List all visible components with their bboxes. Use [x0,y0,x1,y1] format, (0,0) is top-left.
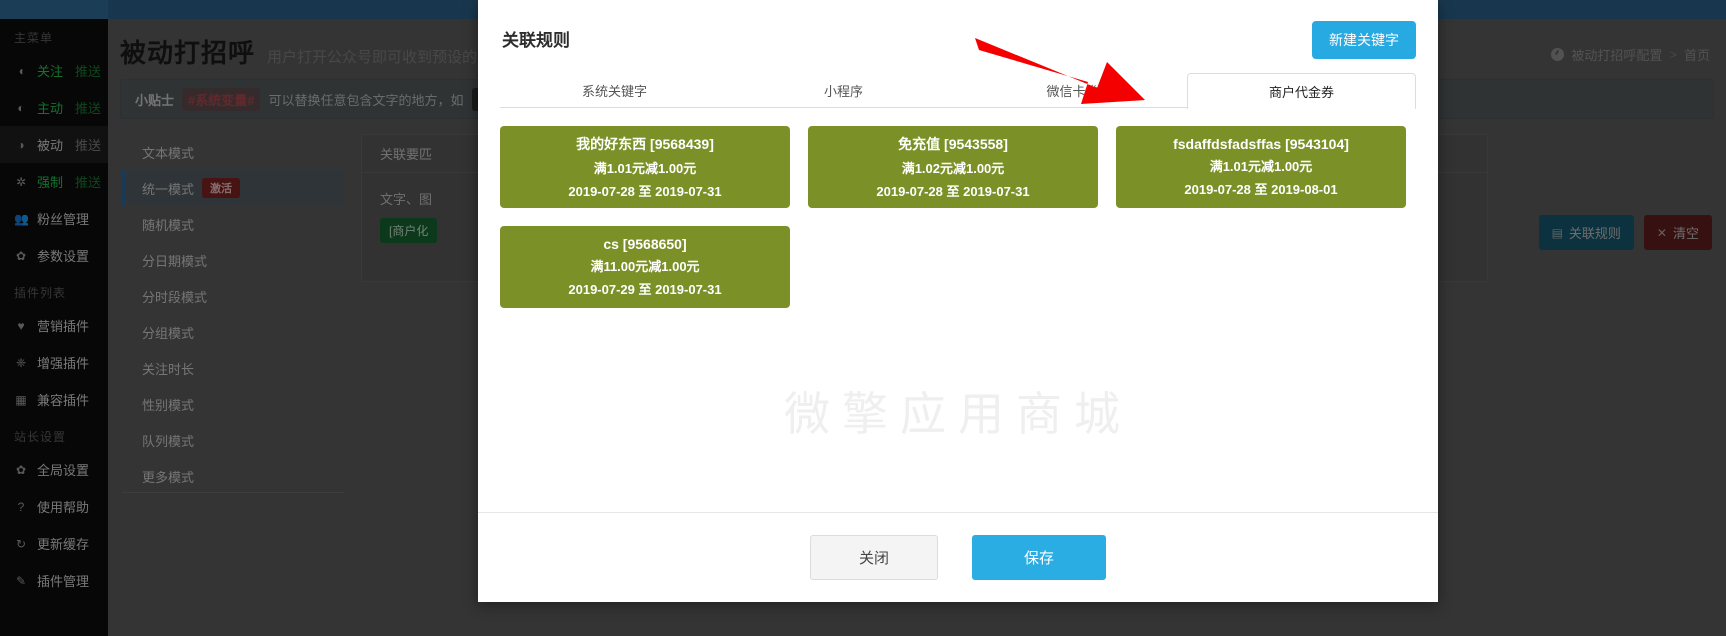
coupon-name: fsdaffdsfadsffas [9543104] [1173,136,1349,152]
tab-system-keyword[interactable]: 系统关键字 [500,73,729,107]
coupon-card[interactable]: 我的好东西 [9568439] 满1.01元减1.00元 2019-07-28 … [500,126,790,208]
coupon-period: 2019-07-28 至 2019-07-31 [568,184,722,199]
modal-footer: 关闭 保存 [478,512,1438,602]
coupon-period: 2019-07-29 至 2019-07-31 [568,282,722,297]
coupon-name: cs [9568650] [603,236,687,252]
modal-tabs: 系统关键字 小程序 微信卡券 商户代金券 [500,73,1416,109]
association-rule-modal: 关联规则 新建关键字 系统关键字 小程序 微信卡券 商户代金券 我的好东西 [9… [478,0,1438,602]
coupon-period: 2019-07-28 至 2019-07-31 [876,184,1030,199]
tab-merchant-voucher[interactable]: 商户代金券 [1187,73,1416,109]
coupon-name: 我的好东西 [9568439] [576,136,714,152]
watermark: 微擎应用商城 [784,387,1132,441]
tab-mini-program[interactable]: 小程序 [729,73,958,107]
coupon-name: 免充值 [9543558] [898,136,1008,152]
tab-wechat-card[interactable]: 微信卡券 [958,73,1187,107]
modal-header: 关联规则 新建关键字 [478,0,1438,73]
coupon-rule: 满11.00元减1.00元 [590,259,700,274]
coupon-card-list: 我的好东西 [9568439] 满1.01元减1.00元 2019-07-28 … [478,108,1438,468]
close-button[interactable]: 关闭 [809,535,938,580]
new-keyword-button[interactable]: 新建关键字 [1312,21,1416,59]
coupon-period: 2019-07-28 至 2019-08-01 [1184,182,1338,197]
coupon-rule: 满1.02元减1.00元 [901,161,1005,176]
save-button[interactable]: 保存 [972,535,1107,580]
coupon-rule: 满1.01元减1.00元 [1209,159,1313,174]
coupon-card[interactable]: cs [9568650] 满11.00元减1.00元 2019-07-29 至 … [500,226,790,308]
screen: 主菜单 ◖ 关注 推送 ◐ 主动 推送 ◑ 被动 推送 ✲ 强制 推送 👥 粉丝… [0,0,1726,636]
modal-title: 关联规则 [502,31,570,50]
coupon-card[interactable]: 免充值 [9543558] 满1.02元减1.00元 2019-07-28 至 … [808,126,1098,208]
coupon-card[interactable]: fsdaffdsfadsffas [9543104] 满1.01元减1.00元 … [1116,126,1406,208]
coupon-rule: 满1.01元减1.00元 [593,161,697,176]
